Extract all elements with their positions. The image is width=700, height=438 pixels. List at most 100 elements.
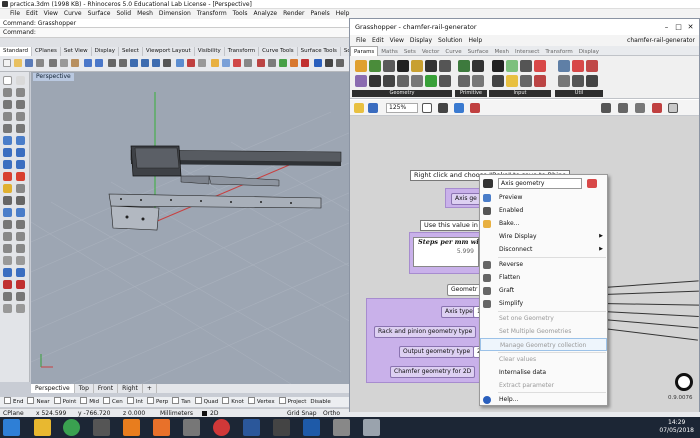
pencil-icon[interactable] [470, 103, 480, 113]
menu-set-multiple-geometries[interactable]: Set Multiple Geometries [480, 325, 607, 338]
rhino-menu-view[interactable]: View [44, 10, 58, 17]
open-file-icon[interactable] [14, 59, 22, 67]
file-explorer-icon[interactable] [34, 419, 51, 436]
axis-geometry-component[interactable]: Axis ge [451, 193, 481, 205]
menu-reverse[interactable]: Reverse [480, 258, 607, 271]
tab-display[interactable]: Display [92, 47, 119, 56]
param-circle-icon[interactable] [383, 60, 395, 72]
input-graph-icon[interactable] [520, 75, 532, 87]
ribbon-group-util[interactable]: Util [555, 90, 603, 97]
curve-icon[interactable] [3, 100, 12, 109]
scale-icon[interactable] [16, 232, 25, 241]
param-brep-icon[interactable] [369, 60, 381, 72]
gh-menu-view[interactable]: View [390, 37, 404, 44]
menu-internalise-data[interactable]: Internalise data [480, 366, 607, 379]
rhino-menu-analyze[interactable]: Analyze [253, 10, 277, 17]
minimize-icon[interactable]: – [662, 23, 671, 31]
paste-icon[interactable] [71, 59, 79, 67]
rhino-menu-edit[interactable]: Edit [26, 10, 38, 17]
explode-icon[interactable] [3, 208, 12, 217]
tab-cplanes[interactable]: CPlanes [32, 47, 61, 56]
rhino-menu-help[interactable]: Help [336, 10, 350, 17]
render-icon[interactable] [257, 59, 265, 67]
move-icon[interactable] [3, 220, 12, 229]
sphere-icon[interactable] [16, 148, 25, 157]
param-rectangle-icon[interactable] [411, 75, 423, 87]
help-icon-rhino[interactable] [314, 59, 322, 67]
fusion-icon[interactable] [123, 419, 140, 436]
object-properties-icon[interactable] [233, 59, 241, 67]
menu-bake[interactable]: Bake... [480, 217, 607, 230]
fillet-icon[interactable] [3, 184, 12, 193]
wireframe-preview-icon[interactable] [618, 103, 628, 113]
viewport-tab-top[interactable]: Top [75, 384, 94, 393]
param-mesh-icon[interactable] [369, 75, 381, 87]
rack-pinion-param[interactable]: Rack and pinion geometry type [374, 326, 477, 338]
viewport-tab-front[interactable]: Front [94, 384, 119, 393]
taskbar-app-icon[interactable] [93, 419, 110, 436]
input-toggle-icon[interactable] [520, 60, 532, 72]
steps-per-mm-slider[interactable]: Steps per mm wit 5.999 [413, 237, 482, 267]
environment-icon[interactable] [279, 59, 287, 67]
layer-icon[interactable] [222, 59, 230, 67]
osnap-end[interactable]: End [4, 399, 23, 405]
param-plane-icon[interactable] [383, 75, 395, 87]
tab-viewport-layout[interactable]: Viewport Layout [143, 47, 195, 56]
input-panel-icon[interactable] [492, 75, 504, 87]
tab-transform[interactable]: Transform [225, 47, 260, 56]
status-layer[interactable]: 2D [210, 409, 218, 417]
boolean-icon[interactable] [16, 160, 25, 169]
menu-flatten[interactable]: Flatten [480, 271, 607, 284]
shaded-preview-icon[interactable] [635, 103, 645, 113]
box-icon[interactable] [3, 148, 12, 157]
status-grid-snap[interactable]: Grid Snap [287, 409, 317, 417]
osnap-tan[interactable]: Tan [172, 399, 190, 405]
preview-eye-icon[interactable] [454, 103, 464, 113]
menu-help[interactable]: Help... [480, 393, 607, 406]
menu-wire-display[interactable]: Wire Display ▶ [480, 230, 607, 243]
gh-menu-solution[interactable]: Solution [438, 37, 462, 44]
mirror-icon[interactable] [3, 244, 12, 253]
param-number-icon[interactable] [472, 75, 484, 87]
redo-icon[interactable] [95, 59, 103, 67]
input-list-icon[interactable] [534, 75, 546, 87]
osnap-perp[interactable]: Perp [147, 399, 168, 405]
viewport-tab-right[interactable]: Right [118, 384, 143, 393]
rhino-menu-surface[interactable]: Surface [88, 10, 111, 17]
dimension-icon[interactable] [3, 256, 12, 265]
param-name-input[interactable]: Axis geometry [498, 178, 582, 189]
menu-set-one-geometry[interactable]: Set one Geometry [480, 312, 607, 325]
blue-app-icon[interactable] [303, 419, 320, 436]
open-document-icon[interactable] [354, 103, 364, 113]
save-icon[interactable] [25, 59, 33, 67]
select-arrow-icon[interactable] [3, 76, 12, 85]
word-icon[interactable] [243, 419, 260, 436]
rhino-menu-curve[interactable]: Curve [64, 10, 82, 17]
tab-visibility[interactable]: Visibility [195, 47, 225, 56]
ribbon-group-primitive[interactable]: Primitive [455, 90, 487, 97]
trim-icon[interactable] [16, 184, 25, 193]
text-icon[interactable] [16, 256, 25, 265]
zoom-selected-icon[interactable] [163, 59, 171, 67]
gh-menu-file[interactable]: File [356, 37, 366, 44]
rhino-menu-solid[interactable]: Solid [116, 10, 131, 17]
group-icon[interactable] [16, 208, 25, 217]
block-icon[interactable] [16, 292, 25, 301]
param-box-icon[interactable] [355, 60, 367, 72]
osnap-mid[interactable]: Mid [80, 399, 99, 405]
param-group-icon[interactable] [439, 60, 451, 72]
copy-icon[interactable] [60, 59, 68, 67]
mesh-tool-icon[interactable] [16, 172, 25, 181]
util-galapagos-icon[interactable] [586, 60, 598, 72]
zoom-window-icon[interactable] [141, 59, 149, 67]
osnap-knot[interactable]: Knot [222, 399, 244, 405]
param-curve-icon[interactable] [397, 60, 409, 72]
input-gradient-icon[interactable] [506, 75, 518, 87]
param-vector-icon[interactable] [439, 75, 451, 87]
param-colour-icon[interactable] [472, 60, 484, 72]
gumball-icon[interactable] [16, 268, 25, 277]
osnap-point[interactable]: Point [54, 399, 77, 405]
rectangle-icon[interactable] [3, 124, 12, 133]
polygon-icon[interactable] [16, 124, 25, 133]
zoom-icon[interactable] [130, 59, 138, 67]
